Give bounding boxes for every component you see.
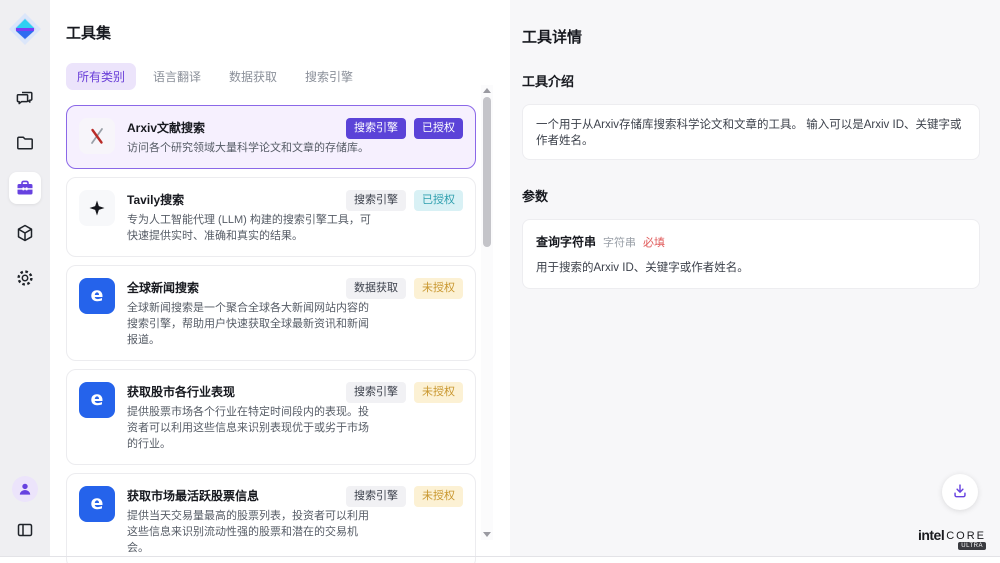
auth-status-badge: 未授权 [414,486,463,507]
tool-detail-panel: 工具详情 工具介绍 一个用于从Arxiv存储库搜索科学论文和文章的工具。 输入可… [510,0,1000,556]
tool-name: 获取市场最活跃股票信息 [127,487,377,504]
category-tabs: 所有类别 语言翻译 数据获取 搜索引擎 [66,63,510,90]
tab-translation[interactable]: 语言翻译 [142,63,212,90]
star-icon [79,190,115,226]
intel-wordmark: intel [918,527,944,543]
tab-all-categories[interactable]: 所有类别 [66,63,136,90]
param-type: 字符串 [603,234,636,250]
download-button[interactable] [942,474,978,510]
tool-description: 提供股票市场各个行业在特定时间段内的表现。投资者可以利用这些信息来识别表现优于或… [127,404,377,452]
param-name: 查询字符串 [536,233,596,250]
panel-toggle-icon [16,521,34,539]
core-wordmark: CORE [946,530,986,542]
tool-card-sector-performance[interactable]: e 获取股市各行业表现 提供股票市场各个行业在特定时间段内的表现。投资者可以利用… [66,369,476,465]
category-badge: 搜索引擎 [346,118,406,139]
user-avatar[interactable] [12,476,38,502]
tab-search-engine[interactable]: 搜索引擎 [294,63,364,90]
toolbox-icon [15,178,35,198]
scroll-down-arrow[interactable] [483,532,491,537]
tool-description: 全球新闻搜索是一个聚合全球各大新闻网站内容的搜索引擎，帮助用户快速获取全球最新资… [127,300,377,348]
ultra-badge: ULTRA [958,542,986,550]
tool-name: Arxiv文献搜索 [127,119,377,136]
sidebar-item-tools[interactable] [9,172,41,204]
chat-icon [15,88,35,108]
tool-card-tavily[interactable]: Tavily搜索 专为人工智能代理 (LLM) 构建的搜索引擎工具，可快速提供实… [66,177,476,257]
download-icon [951,482,969,503]
sidebar-item-settings[interactable] [9,262,41,294]
tab-data-fetch[interactable]: 数据获取 [218,63,288,90]
tool-card-arxiv[interactable]: Arxiv文献搜索 访问各个研究领域大量科学论文和文章的存储库。 搜索引擎 已授… [66,105,476,169]
auth-status-badge: 未授权 [414,278,463,299]
sidebar-item-models[interactable] [9,217,41,249]
tool-name: 获取股市各行业表现 [127,383,377,400]
param-required-flag: 必填 [643,234,665,250]
sidebar-item-chat[interactable] [9,82,41,114]
tool-card-active-stocks[interactable]: e 获取市场最活跃股票信息 提供当天交易量最高的股票列表，投资者可以利用这些信息… [66,473,476,563]
params-heading: 参数 [522,186,980,205]
news-e-icon: e [79,278,115,314]
app-logo-icon [8,12,42,46]
tool-list: Arxiv文献搜索 访问各个研究领域大量科学论文和文章的存储库。 搜索引擎 已授… [66,105,476,563]
list-scrollbar[interactable] [481,85,493,540]
parameter-card: 查询字符串 字符串 必填 用于搜索的Arxiv ID、关键字或作者姓名。 [522,219,980,289]
cube-icon [15,223,35,243]
auth-status-badge: 未授权 [414,382,463,403]
tool-description: 专为人工智能代理 (LLM) 构建的搜索引擎工具，可快速提供实时、准确和真实的结… [127,212,377,244]
param-description: 用于搜索的Arxiv ID、关键字或作者姓名。 [536,259,966,275]
tool-card-global-news[interactable]: e 全球新闻搜索 全球新闻搜索是一个聚合全球各大新闻网站内容的搜索引擎，帮助用户… [66,265,476,361]
tool-description: 提供当天交易量最高的股票列表，投资者可以利用这些信息来识别流动性强的股票和潜在的… [127,508,377,556]
auth-status-badge: 已授权 [414,190,463,211]
folder-icon [15,133,35,153]
category-badge: 搜索引擎 [346,382,406,403]
category-badge: 搜索引擎 [346,190,406,211]
intro-heading: 工具介绍 [522,71,980,90]
scrollbar-thumb[interactable] [483,97,491,247]
settings-icon [15,268,35,288]
auth-status-badge: 已授权 [414,118,463,139]
detail-title: 工具详情 [522,26,980,47]
tool-description: 访问各个研究领域大量科学论文和文章的存储库。 [127,140,377,156]
tool-intro-text: 一个用于从Arxiv存储库搜索科学论文和文章的工具。 输入可以是Arxiv ID… [522,104,980,160]
arxiv-icon [79,118,115,154]
category-badge: 数据获取 [346,278,406,299]
scroll-up-arrow[interactable] [483,88,491,93]
page-title: 工具集 [66,22,510,43]
news-e-icon: e [79,486,115,522]
tools-list-panel: 工具集 所有类别 语言翻译 数据获取 搜索引擎 Arxiv文献搜索 访问各个研究… [50,0,510,563]
sidebar [0,0,50,556]
category-badge: 搜索引擎 [346,486,406,507]
sidebar-collapse-button[interactable] [9,514,41,546]
tool-name: Tavily搜索 [127,191,377,208]
sidebar-item-files[interactable] [9,127,41,159]
tool-name: 全球新闻搜索 [127,279,377,296]
news-e-icon: e [79,382,115,418]
intel-core-logo: intel CORE ULTRA [918,527,986,543]
app-window: 工具集 所有类别 语言翻译 数据获取 搜索引擎 Arxiv文献搜索 访问各个研究… [0,0,1000,563]
